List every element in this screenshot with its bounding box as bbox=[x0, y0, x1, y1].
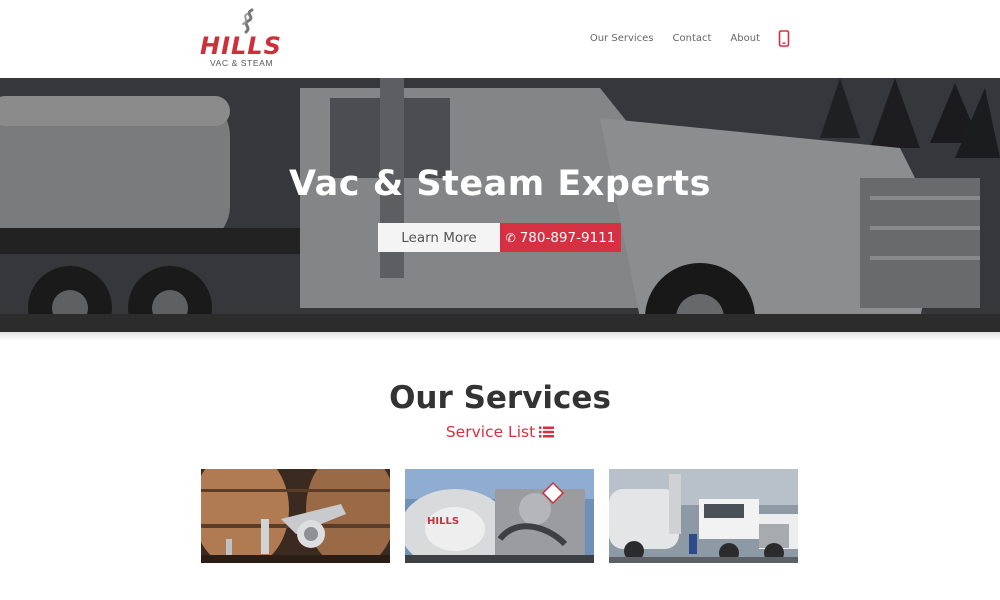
service-list-link[interactable]: Service List bbox=[445, 423, 555, 441]
nav-link-contact[interactable]: Contact bbox=[673, 33, 712, 44]
hills-logo[interactable]: HILLS VAC & STEAM bbox=[198, 8, 290, 68]
call-phone-button[interactable]: ✆ 780-897-9111 bbox=[500, 223, 621, 252]
service-image-barrels bbox=[201, 469, 390, 563]
services-title: Our Services bbox=[389, 380, 611, 416]
logo-wordmark: HILLS bbox=[200, 32, 282, 60]
mobile-phone-icon[interactable] bbox=[778, 30, 790, 47]
hero-shadow bbox=[0, 332, 1000, 340]
hero-cta-group: Learn More ✆ 780-897-9111 bbox=[378, 223, 621, 252]
list-icon bbox=[539, 426, 555, 438]
service-cards: HILLS bbox=[201, 469, 799, 563]
service-card-barrel-steam[interactable] bbox=[201, 469, 390, 563]
service-card-truck-fleet[interactable] bbox=[609, 469, 798, 563]
main-nav: Our Services Contact About bbox=[571, 30, 790, 47]
service-image-truck-fleet bbox=[609, 469, 798, 563]
nav-link-about[interactable]: About bbox=[730, 33, 760, 44]
svg-text:HILLS: HILLS bbox=[427, 516, 459, 527]
learn-more-button[interactable]: Learn More bbox=[378, 223, 500, 252]
site-header: HILLS VAC & STEAM Our Services Contact A… bbox=[0, 0, 1000, 78]
logo-tagline: VAC & STEAM bbox=[210, 58, 274, 68]
service-list-link-wrap: Service List bbox=[0, 422, 1000, 441]
hero-banner: Vac & Steam Experts Learn More ✆ 780-897… bbox=[0, 78, 1000, 332]
phone-icon: ✆ bbox=[505, 230, 516, 245]
hero-dark-overlay bbox=[0, 78, 1000, 332]
nav-link-our-services[interactable]: Our Services bbox=[590, 33, 654, 44]
service-image-vac-tank: HILLS bbox=[405, 469, 594, 563]
service-card-vac-tank[interactable]: HILLS bbox=[405, 469, 594, 563]
service-list-label: Service List bbox=[445, 423, 536, 441]
phone-number-label: 780-897-9111 bbox=[519, 229, 616, 246]
hero-title: Vac & Steam Experts bbox=[289, 164, 711, 204]
